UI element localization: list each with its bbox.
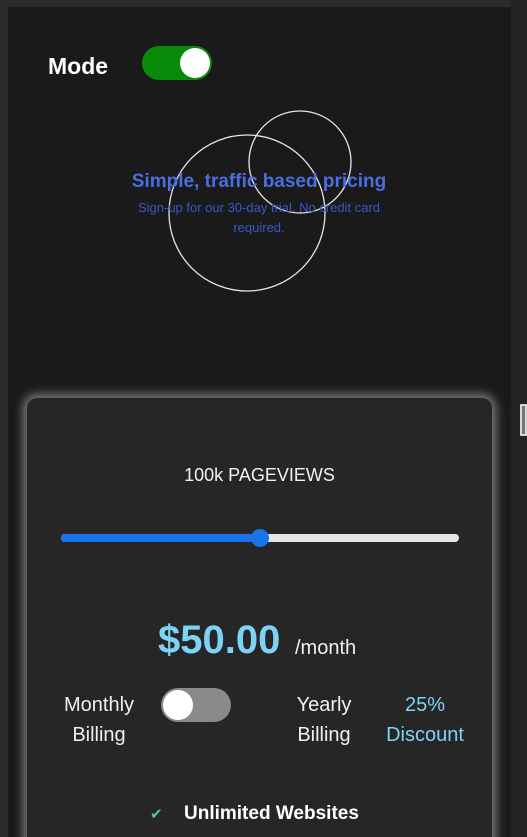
discount-badge: 25% Discount [386, 694, 464, 746]
pageviews-label: 100k PAGEVIEWS [184, 465, 335, 485]
price-amount: $50.00 [158, 618, 281, 662]
check-icon: ✔ [150, 805, 163, 823]
window-left-edge [0, 0, 8, 837]
slider-fill [61, 534, 260, 542]
yearly-billing-label: Yearly Billing [296, 694, 352, 746]
monthly-billing-label: Monthly Billing [63, 694, 135, 746]
billing-toggle-knob [163, 690, 193, 720]
feature-label: Unlimited Websites [184, 803, 359, 824]
page: Mode Simple, traffic based pricing Sign-… [0, 0, 527, 837]
feature-item: ✔ Unlimited Websites [150, 802, 359, 826]
hero-title: Simple, traffic based pricing [131, 171, 387, 192]
scrollbar-thumb[interactable] [520, 404, 527, 436]
mode-toggle-knob [180, 48, 210, 78]
window-top-edge [0, 0, 527, 7]
billing-toggle[interactable] [161, 688, 231, 722]
pageviews-slider[interactable] [61, 529, 459, 547]
hero-subtitle: Sign-up for our 30-day trial. No credit … [137, 200, 381, 235]
slider-thumb[interactable] [251, 529, 269, 547]
mode-toggle[interactable] [142, 46, 212, 80]
mode-label: Mode [48, 53, 109, 79]
price-period: /month [295, 637, 357, 659]
